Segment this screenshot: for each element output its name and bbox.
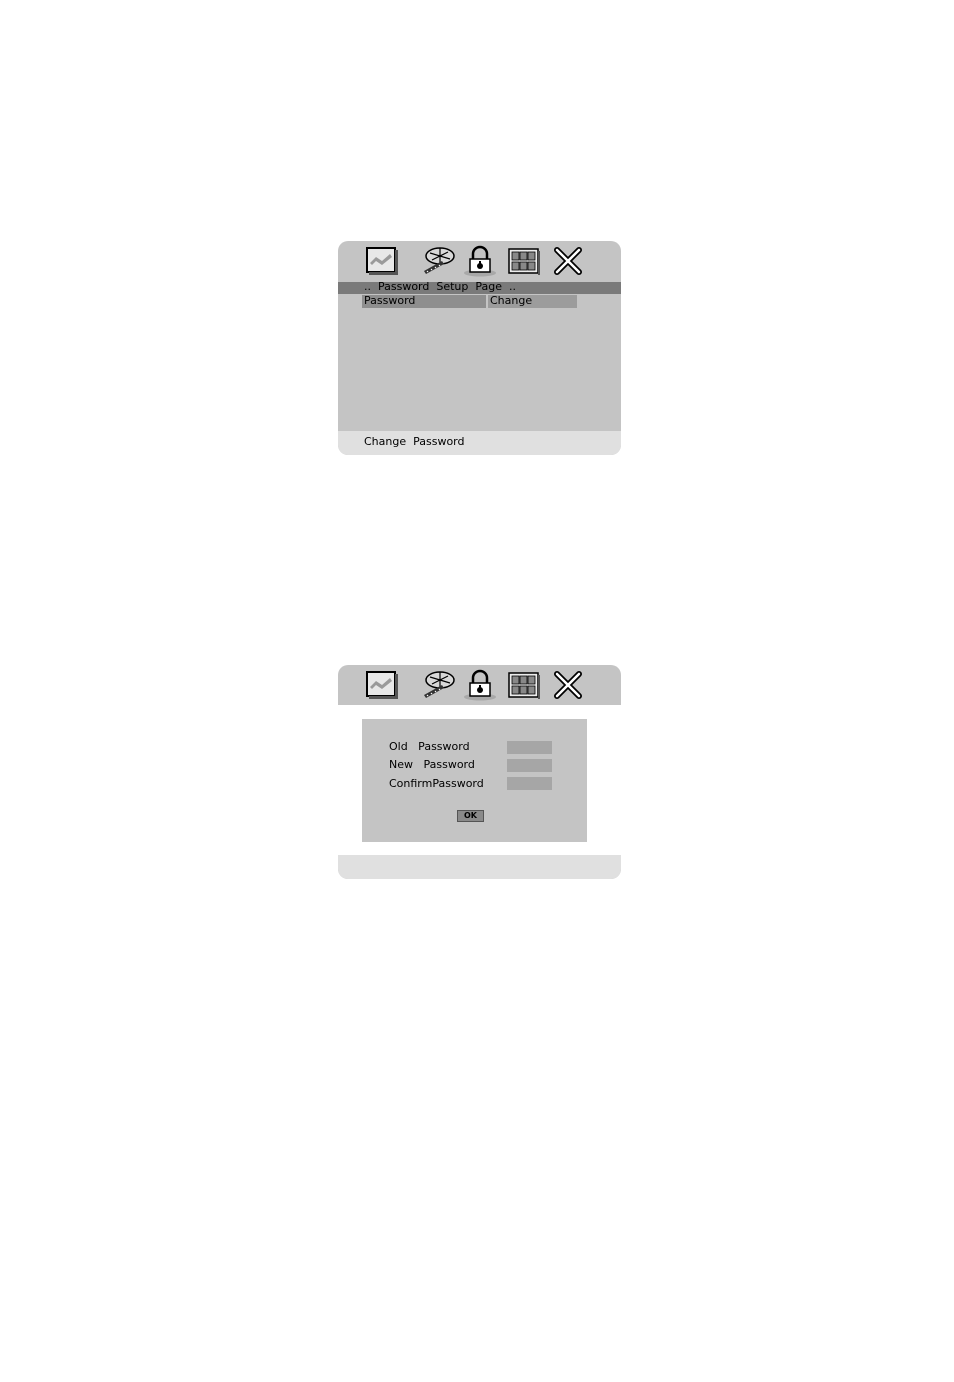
- password-setup-page-menu: .. Password Setup Page .. Password Chang…: [338, 241, 621, 455]
- audio-setup-icon[interactable]: [420, 669, 456, 701]
- old-password-label: Old Password: [389, 740, 470, 753]
- confirm-password-field[interactable]: [507, 777, 552, 790]
- change-password-dialog: Old Password New Password ConfirmPasswor…: [362, 719, 587, 842]
- password-lock-icon[interactable]: [462, 245, 498, 277]
- password-item-label: Password: [364, 294, 416, 307]
- new-password-field[interactable]: [507, 759, 552, 772]
- exit-icon[interactable]: [550, 245, 586, 277]
- password-menu-item[interactable]: Password: [362, 294, 486, 308]
- preference-icon[interactable]: [506, 669, 542, 701]
- setup-icon-bar: [338, 241, 621, 281]
- new-password-label: New Password: [389, 758, 475, 771]
- general-setup-icon[interactable]: [364, 669, 400, 701]
- password-lock-icon[interactable]: [462, 669, 498, 701]
- change-option-label: Change: [490, 294, 533, 307]
- dialog-backdrop: Old Password New Password ConfirmPasswor…: [338, 705, 621, 855]
- setup-icon-bar: [338, 665, 621, 705]
- change-option[interactable]: Change: [488, 294, 577, 308]
- page-title-bar: .. Password Setup Page ..: [338, 280, 621, 294]
- status-bar: [338, 855, 621, 879]
- change-password-dialog-menu: Old Password New Password ConfirmPasswor…: [338, 665, 621, 879]
- page-title: .. Password Setup Page ..: [364, 280, 516, 293]
- status-bar: Change Password: [338, 431, 621, 455]
- old-password-field[interactable]: [507, 741, 552, 754]
- exit-icon[interactable]: [550, 669, 586, 701]
- ok-button[interactable]: OK: [457, 810, 484, 822]
- status-text: Change Password: [364, 435, 465, 448]
- confirm-password-label: ConfirmPassword: [389, 777, 484, 790]
- general-setup-icon[interactable]: [364, 245, 400, 277]
- preference-icon[interactable]: [506, 245, 542, 277]
- audio-setup-icon[interactable]: [420, 245, 456, 277]
